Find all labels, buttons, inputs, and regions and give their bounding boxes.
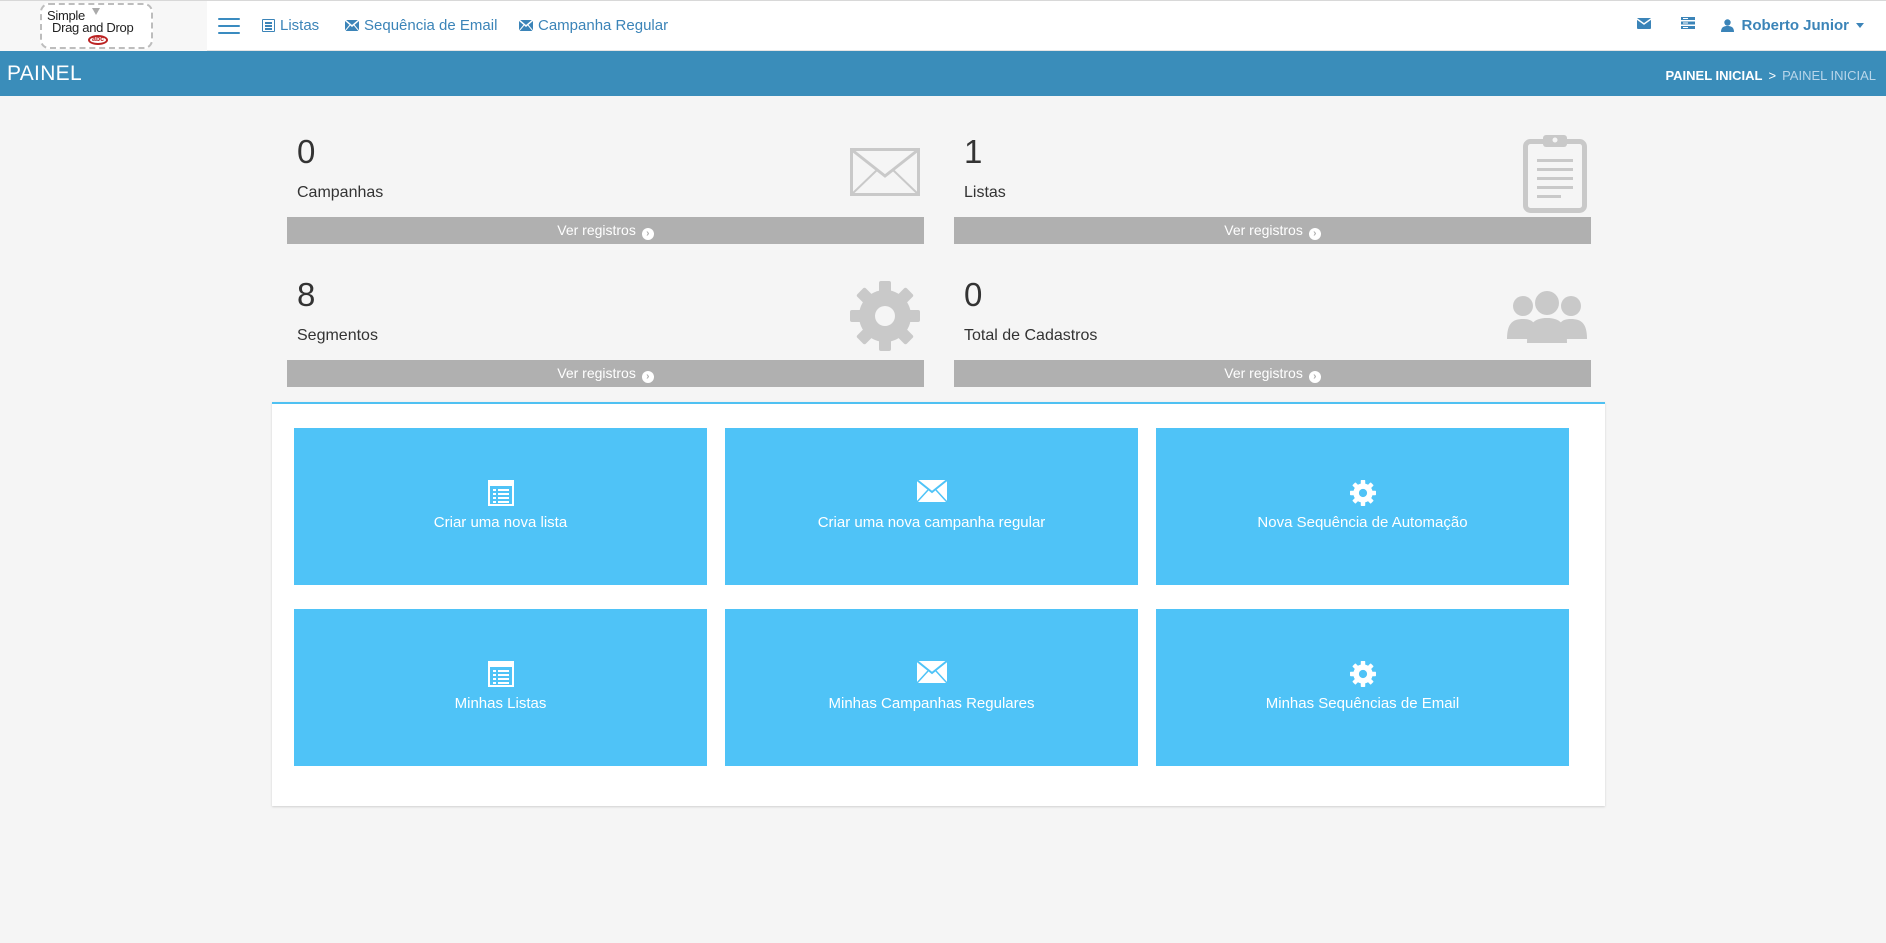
nav-link-campanha-regular[interactable]: Campanha Regular [519, 17, 668, 34]
envelope-icon [916, 480, 947, 502]
quick-actions-panel: Criar uma nova lista Criar uma nova camp… [272, 402, 1605, 806]
gear-icon [850, 281, 920, 351]
stat-card-total-cadastros: 0 Total de Cadastros Ver registros › [954, 261, 1591, 387]
users-icon [1507, 291, 1587, 343]
tile-minhas-listas[interactable]: Minhas Listas [294, 609, 707, 766]
breadcrumb-current: PAINEL INICIAL [1782, 68, 1876, 83]
nav-link-label: Listas [280, 17, 320, 34]
stat-value: 0 [297, 133, 316, 170]
logo-line-2: Drag and Drop [52, 20, 134, 35]
breadcrumb: PAINEL INICIAL > PAINEL INICIAL [1665, 68, 1876, 83]
envelope-icon [850, 148, 920, 196]
envelope-icon [345, 20, 359, 31]
breadcrumb-separator: > [1768, 68, 1777, 83]
stat-value: 8 [297, 276, 316, 313]
tile-criar-lista[interactable]: Criar uma nova lista [294, 428, 707, 585]
stat-value: 1 [964, 133, 983, 170]
logo-area: Simple Drag and Drop abc [0, 1, 207, 51]
ver-registros-label: Ver registros [557, 365, 636, 381]
ver-registros-link[interactable]: Ver registros › [954, 360, 1591, 387]
caret-down-icon [1856, 23, 1864, 28]
stat-label: Total de Cadastros [964, 327, 1098, 344]
messages-button[interactable] [1636, 16, 1652, 33]
top-navbar: Simple Drag and Drop abc Listas Sequênci… [0, 0, 1886, 51]
gear-icon [1349, 661, 1376, 687]
logo-mark: abc [88, 35, 108, 45]
tile-label: Criar uma nova campanha regular [817, 514, 1046, 531]
tile-criar-campanha[interactable]: Criar uma nova campanha regular [725, 428, 1138, 585]
arrow-circle-right-icon: › [641, 228, 654, 240]
clipboard-icon [1523, 135, 1587, 213]
list-icon [487, 661, 514, 687]
stat-label: Listas [964, 184, 1006, 201]
arrow-circle-right-icon: › [641, 371, 654, 383]
page-title: PAINEL [7, 62, 82, 85]
arrow-circle-right-icon: › [1308, 371, 1321, 383]
nav-link-sequencia-email[interactable]: Sequência de Email [345, 17, 497, 34]
user-menu[interactable]: Roberto Junior [1720, 17, 1864, 34]
envelope-icon [1636, 18, 1652, 29]
tile-label: Criar uma nova lista [433, 514, 568, 531]
logo-arrow-icon [92, 8, 100, 15]
ver-registros-link[interactable]: Ver registros › [287, 360, 924, 387]
list-icon [262, 19, 275, 32]
ver-registros-link[interactable]: Ver registros › [954, 217, 1591, 244]
page-header: PAINEL PAINEL INICIAL > PAINEL INICIAL [0, 51, 1886, 96]
tile-label: Minhas Campanhas Regulares [828, 695, 1035, 712]
envelope-icon [519, 20, 533, 31]
app-logo[interactable]: Simple Drag and Drop abc [40, 3, 153, 49]
tile-minhas-campanhas[interactable]: Minhas Campanhas Regulares [725, 609, 1138, 766]
stat-label: Segmentos [297, 327, 378, 344]
tile-label: Minhas Listas [454, 695, 547, 712]
tile-label: Nova Sequência de Automação [1257, 514, 1468, 531]
nav-link-label: Sequência de Email [364, 17, 498, 34]
stat-card-segmentos: 8 Segmentos Ver registros › [287, 261, 924, 387]
stat-card-listas: 1 Listas Ver registros › [954, 118, 1591, 244]
envelope-icon [916, 661, 947, 683]
tasks-button[interactable] [1681, 16, 1695, 33]
stat-label: Campanhas [297, 184, 384, 201]
ver-registros-label: Ver registros [1224, 222, 1303, 238]
nav-link-label: Campanha Regular [538, 17, 669, 34]
nav-link-listas[interactable]: Listas [262, 17, 319, 34]
tasks-icon [1681, 17, 1695, 29]
arrow-circle-right-icon: › [1308, 228, 1321, 240]
ver-registros-label: Ver registros [557, 222, 636, 238]
tile-minhas-sequencias[interactable]: Minhas Sequências de Email [1156, 609, 1569, 766]
menu-toggle-icon[interactable] [218, 18, 240, 34]
user-name: Roberto Junior [1741, 17, 1850, 34]
stat-card-campanhas: 0 Campanhas Ver registros › [287, 118, 924, 244]
ver-registros-label: Ver registros [1224, 365, 1303, 381]
ver-registros-link[interactable]: Ver registros › [287, 217, 924, 244]
list-icon [487, 480, 514, 506]
tile-nova-sequencia[interactable]: Nova Sequência de Automação [1156, 428, 1569, 585]
gear-icon [1349, 480, 1376, 506]
tile-label: Minhas Sequências de Email [1265, 695, 1460, 712]
breadcrumb-home[interactable]: PAINEL INICIAL [1665, 68, 1762, 83]
user-icon [1720, 19, 1734, 32]
stat-value: 0 [964, 276, 983, 313]
